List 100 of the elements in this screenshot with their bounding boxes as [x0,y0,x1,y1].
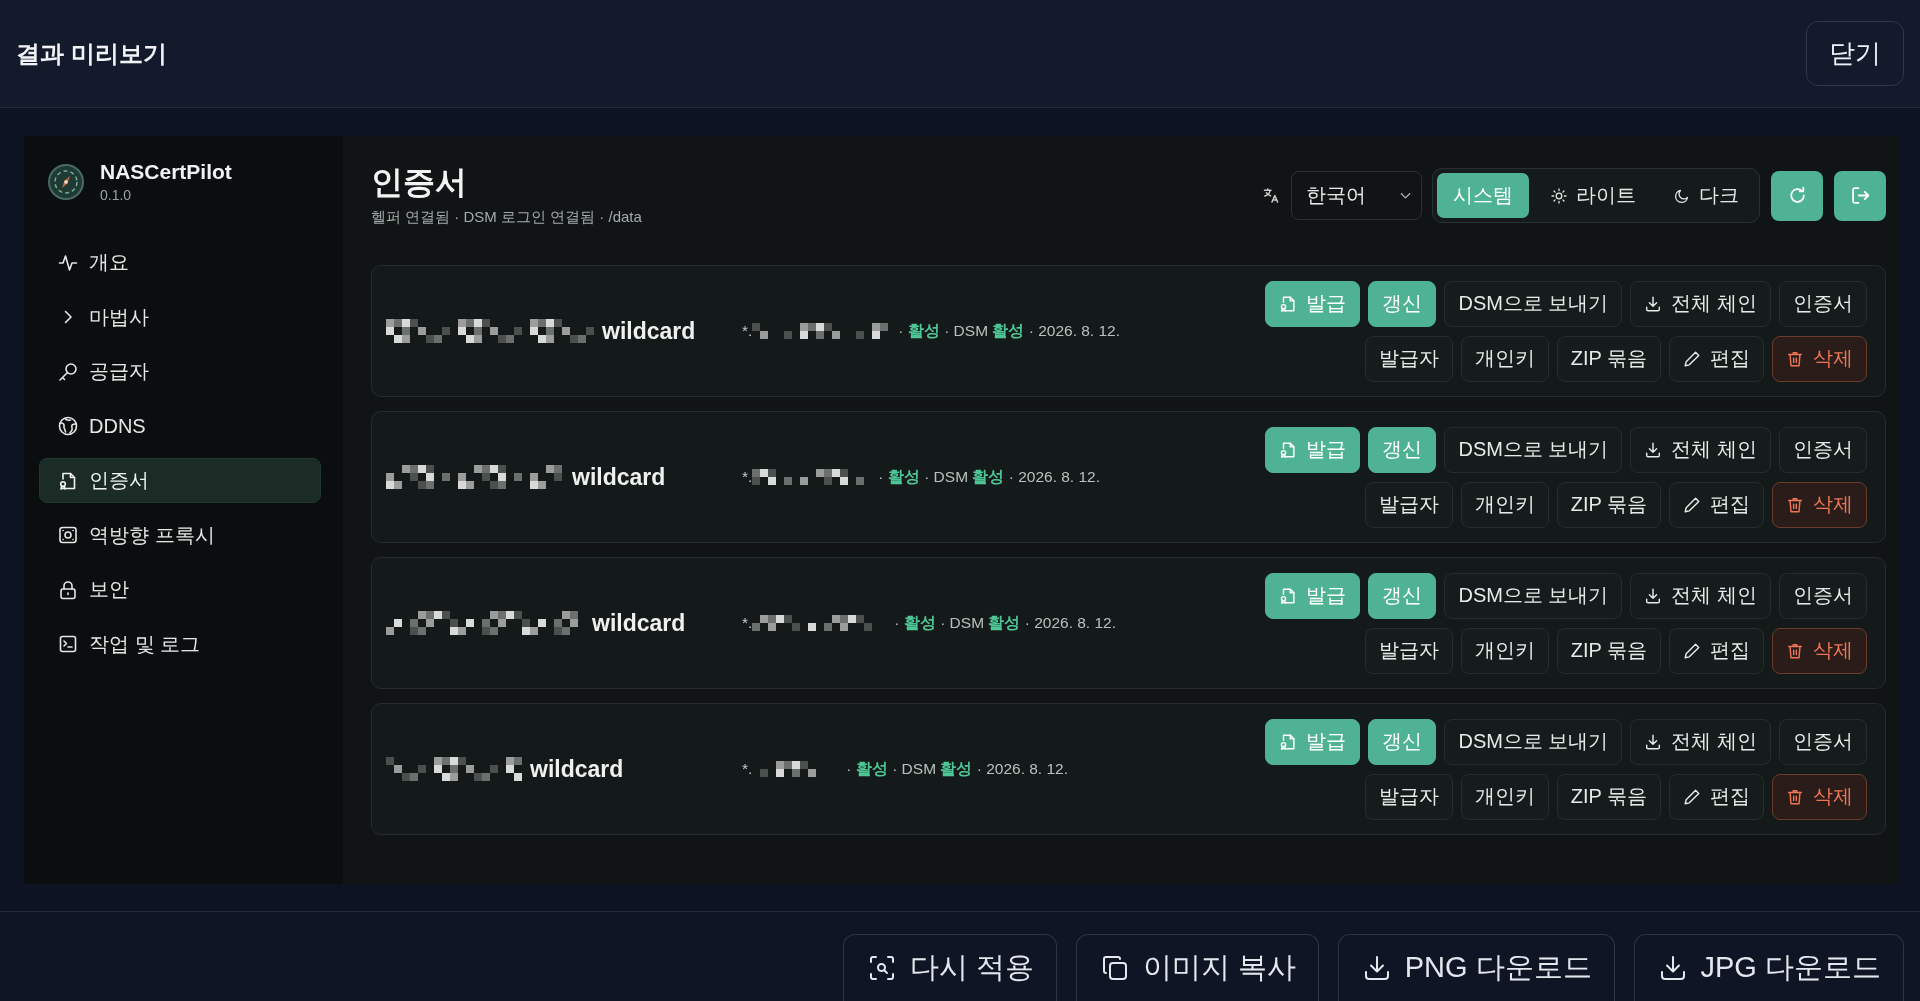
sidebar-item[interactable]: 역방향 프록시 [39,512,321,558]
action-button[interactable]: 전체 체인 [1630,426,1771,473]
action-button[interactable]: DSM으로 보내기 [1444,426,1623,473]
copy-icon [1100,954,1129,982]
refresh-button[interactable] [1771,170,1823,221]
file-icon [1279,732,1298,751]
download-icon [1658,954,1687,982]
action-button[interactable]: 발급자 [1364,627,1453,674]
domain-text: *. [742,760,753,778]
action-button[interactable]: 발급자 [1364,773,1453,820]
logout-button[interactable] [1834,170,1886,221]
action-button[interactable]: 발급자 [1364,335,1453,382]
action-button[interactable]: DSM으로 보내기 [1444,718,1623,765]
chevron-down-icon [1400,191,1411,200]
globe-icon [58,416,78,436]
trash-icon [1786,349,1804,368]
dialog-title: 결과 미리보기 [16,38,167,69]
action-button[interactable]: 편집 [1669,627,1764,674]
action-button[interactable]: ZIP 묶음 [1556,481,1661,528]
download-icon [1644,294,1663,313]
footer-button[interactable]: 이미지 복사 [1075,934,1319,1001]
action-button[interactable]: 삭제 [1772,335,1867,382]
certificate-name: wildcard [530,755,624,783]
translate-icon [1263,187,1280,204]
action-button[interactable]: 삭제 [1772,481,1867,528]
status-text: · 활성 · DSM 활성 · 2026. 8. 12. [846,758,1069,779]
action-button[interactable]: 편집 [1669,481,1764,528]
pencil-icon [1683,787,1701,806]
status-text: · 활성 · DSM 활성 · 2026. 8. 12. [898,320,1121,341]
moon-icon [1674,187,1690,204]
domain-text: *. [742,468,753,486]
action-button[interactable]: 편집 [1669,773,1764,820]
action-button[interactable]: ZIP 묶음 [1556,627,1661,674]
action-button[interactable]: 개인키 [1460,335,1549,382]
scan-icon [867,954,896,982]
footer-button[interactable]: JPG 다운로드 [1633,934,1904,1001]
page-title: 인증서 [371,163,468,202]
action-button[interactable]: ZIP 묶음 [1556,773,1661,820]
certificate-name: wildcard [572,463,666,491]
sidebar-item[interactable]: 공급자 [39,349,321,394]
action-button[interactable]: 편집 [1669,335,1764,382]
app-name: NASCertPilot [100,160,232,184]
action-button[interactable]: 개인키 [1460,481,1549,528]
sidebar-item[interactable]: 작업 및 로그 [39,621,321,667]
terminal-icon [58,634,78,654]
action-button[interactable]: 전체 체인 [1630,572,1771,619]
theme-option[interactable]: 다크 [1658,173,1755,218]
action-button[interactable]: 인증서 [1779,280,1867,327]
download-icon [1362,954,1391,982]
certificate-name: wildcard [602,317,696,345]
compass-icon [48,164,84,200]
activity-icon [58,252,78,273]
file-icon [1279,586,1298,605]
file-icon [58,470,78,491]
download-icon [1644,586,1663,605]
action-button[interactable]: 전체 체인 [1630,280,1771,327]
trash-icon [1786,787,1804,806]
key-icon [58,361,78,382]
logout-icon [1850,186,1870,205]
pencil-icon [1683,641,1701,660]
download-icon [1644,440,1663,459]
footer-button[interactable]: PNG 다운로드 [1337,934,1615,1001]
action-button[interactable]: 삭제 [1772,627,1867,674]
trash-icon [1786,495,1804,514]
certificate-name: wildcard [592,609,686,637]
sidebar-item[interactable]: 개요 [39,240,321,285]
trash-icon [1786,641,1804,660]
sidebar-item[interactable]: 인증서 [39,458,321,503]
connection-status-text: 헬퍼 연결됨 · DSM 로그인 연결됨 · /data [371,207,642,227]
sidebar-item[interactable]: DDNS [39,403,321,449]
status-text: · 활성 · DSM 활성 · 2026. 8. 12. [894,612,1117,633]
action-button[interactable]: 인증서 [1779,426,1867,473]
action-button[interactable]: DSM으로 보내기 [1444,280,1623,327]
status-text: · 활성 · DSM 활성 · 2026. 8. 12. [878,466,1101,487]
action-button[interactable]: 인증서 [1779,572,1867,619]
lock-icon [58,579,78,600]
action-button[interactable]: 개인키 [1460,773,1549,820]
pencil-icon [1683,495,1701,514]
pencil-icon [1683,349,1701,368]
domain-text: *. [742,322,753,340]
language-select[interactable]: 한국어 [1291,171,1422,220]
footer-button[interactable]: 다시 적용 [842,934,1057,1001]
refresh-icon [1787,186,1807,205]
app-version: 0.1.0 [100,186,133,204]
sun-icon [1551,187,1567,204]
file-icon [1279,440,1298,459]
action-button[interactable]: DSM으로 보내기 [1444,572,1623,619]
action-button[interactable]: 개인키 [1460,627,1549,674]
action-button[interactable]: ZIP 묶음 [1556,335,1661,382]
file-icon [1279,294,1298,313]
action-button[interactable]: 발급자 [1364,481,1453,528]
sidebar-item[interactable]: 마법사 [39,294,321,340]
domain-text: *. [742,614,753,632]
action-button[interactable]: 삭제 [1772,773,1867,820]
theme-option[interactable]: 라이트 [1535,173,1652,218]
action-button[interactable]: 전체 체인 [1630,718,1771,765]
action-button[interactable]: 인증서 [1779,718,1867,765]
download-icon [1644,732,1663,751]
sidebar-item[interactable]: 보안 [39,567,321,612]
close-button[interactable]: 닫기 [1806,21,1904,86]
